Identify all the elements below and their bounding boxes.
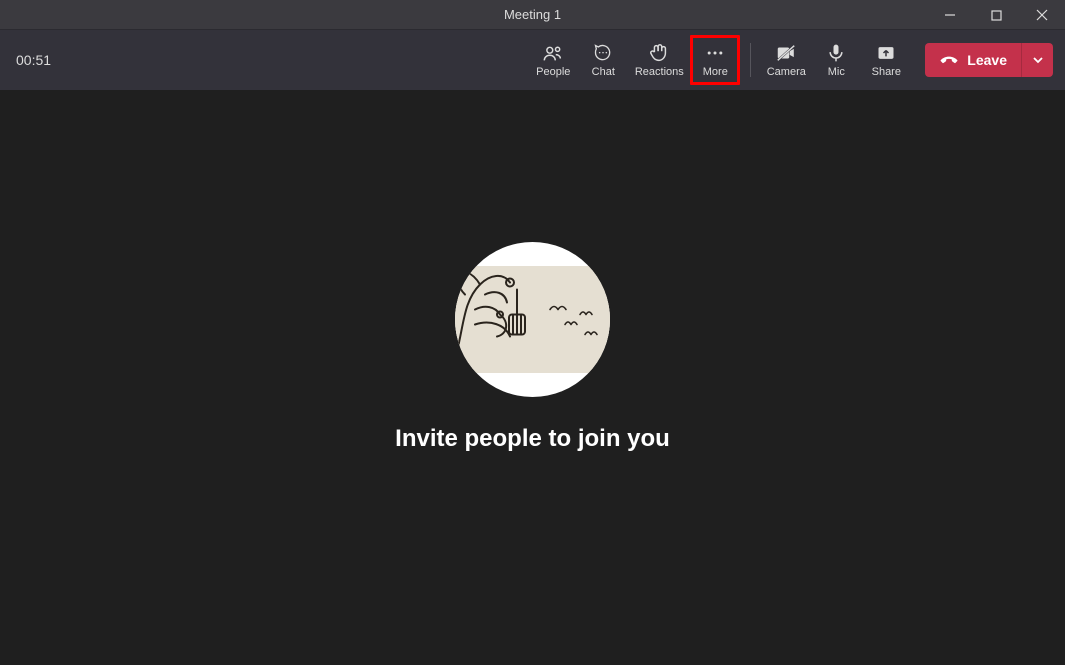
camera-off-icon [775, 42, 797, 64]
people-label: People [536, 66, 570, 78]
toolbar-group-primary: People Chat Reactions [528, 35, 740, 85]
share-button[interactable]: Share [861, 35, 911, 85]
share-label: Share [872, 66, 901, 78]
mic-icon [826, 42, 846, 64]
more-icon [705, 42, 725, 64]
chevron-down-icon [1032, 54, 1044, 66]
more-label: More [703, 66, 728, 78]
camera-label: Camera [767, 66, 806, 78]
mic-button[interactable]: Mic [811, 35, 861, 85]
call-timer: 00:51 [12, 52, 51, 68]
people-button[interactable]: People [528, 35, 578, 85]
reactions-icon [648, 42, 670, 64]
reactions-label: Reactions [635, 66, 684, 78]
hangup-icon [939, 49, 959, 72]
minimize-button[interactable] [927, 0, 973, 30]
leave-label: Leave [967, 52, 1007, 68]
window-controls [927, 0, 1065, 30]
close-icon [1036, 9, 1048, 21]
chat-icon [593, 42, 613, 64]
leave-group: Leave [925, 43, 1053, 77]
leave-options-button[interactable] [1021, 43, 1053, 77]
mic-label: Mic [828, 66, 845, 78]
titlebar: Meeting 1 [0, 0, 1065, 30]
leave-button[interactable]: Leave [925, 43, 1021, 77]
minimize-icon [944, 9, 956, 21]
participant-avatar [455, 242, 610, 397]
camera-button[interactable]: Camera [761, 35, 811, 85]
people-icon [542, 42, 564, 64]
invite-prompt: Invite people to join you [395, 425, 670, 453]
meeting-toolbar: 00:51 People [0, 30, 1065, 90]
toolbar-group-device: Camera Mic Share [761, 35, 911, 85]
maximize-icon [991, 10, 1002, 21]
close-button[interactable] [1019, 0, 1065, 30]
toolbar-separator [750, 43, 751, 77]
meeting-stage: Invite people to join you [0, 90, 1065, 665]
maximize-button[interactable] [973, 0, 1019, 30]
chat-button[interactable]: Chat [578, 35, 628, 85]
share-icon [876, 42, 896, 64]
window-title: Meeting 1 [504, 7, 561, 22]
chat-label: Chat [592, 66, 615, 78]
reactions-button[interactable]: Reactions [628, 35, 690, 85]
more-button[interactable]: More [690, 35, 740, 85]
